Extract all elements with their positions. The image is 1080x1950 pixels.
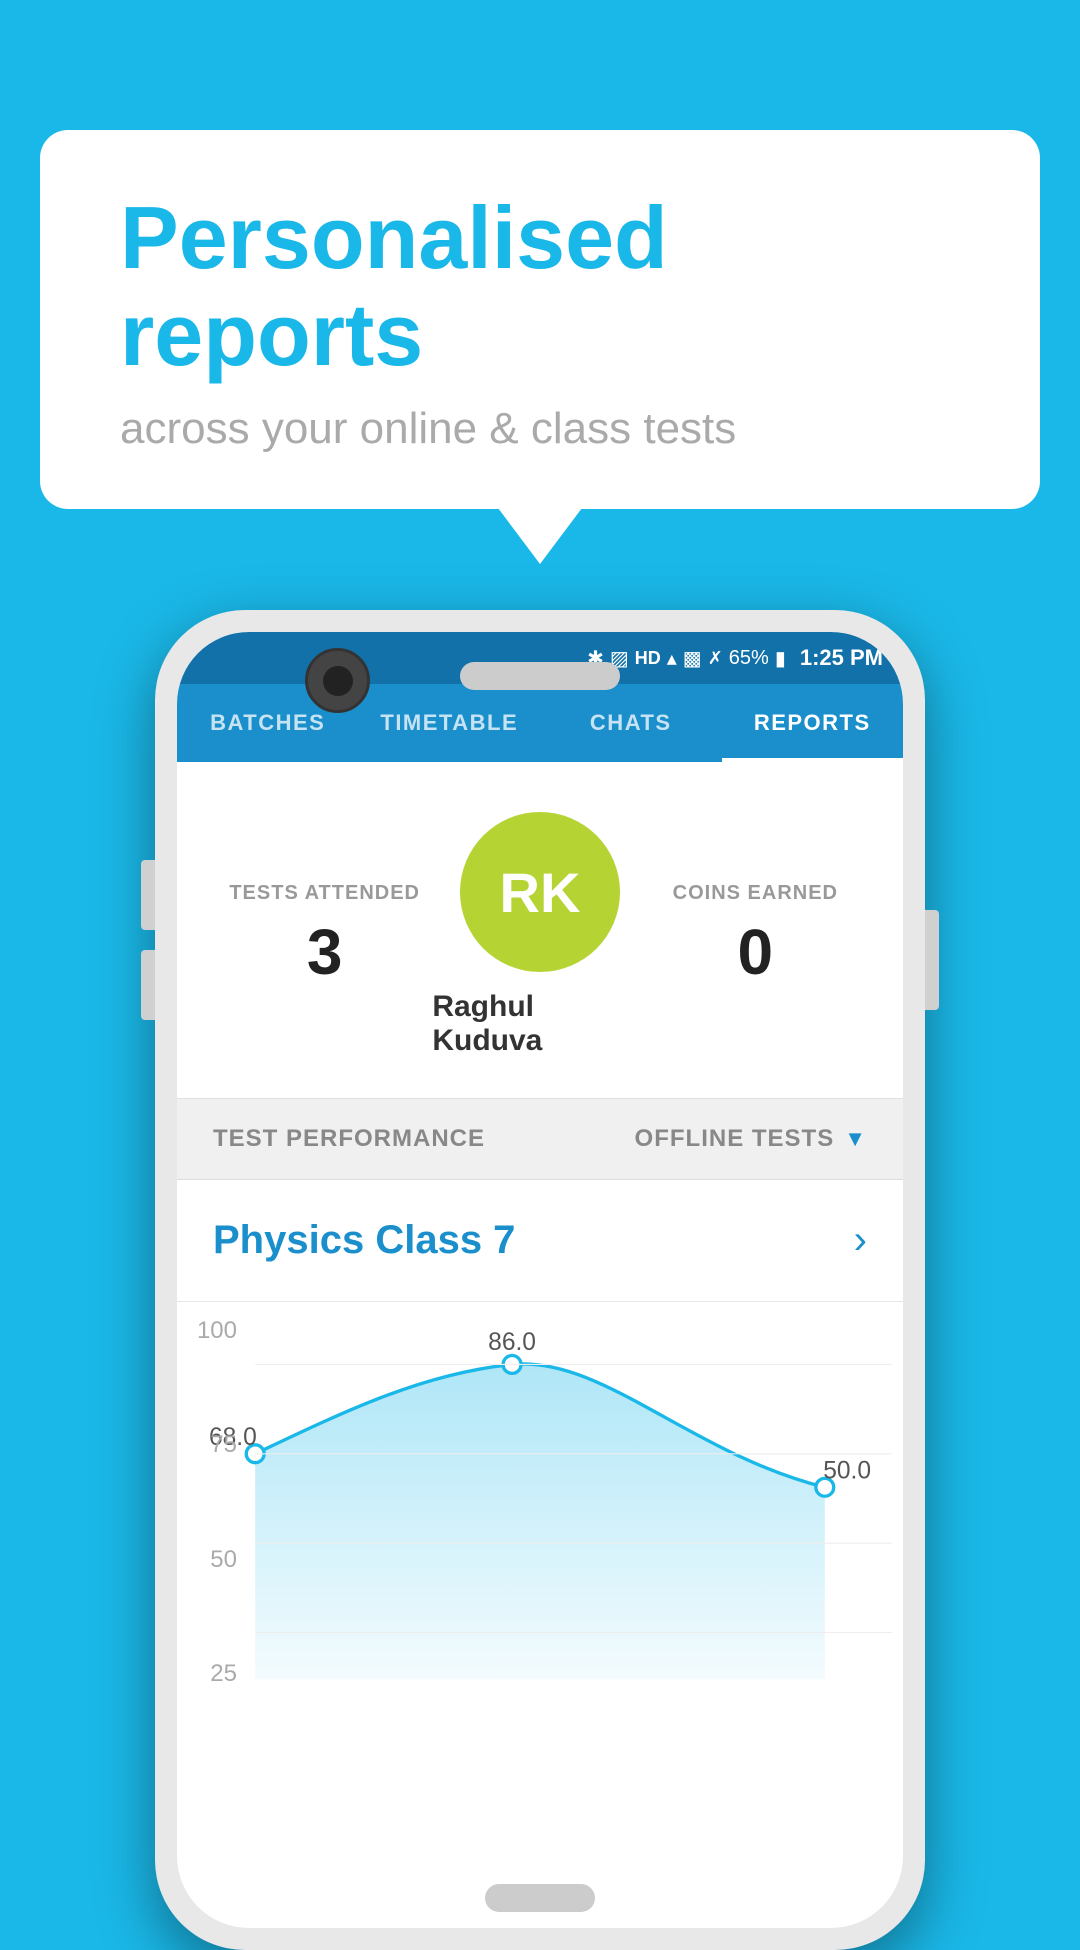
hd-icon: HD bbox=[635, 648, 661, 669]
avatar-initials: RK bbox=[500, 860, 581, 925]
tests-attended-block: TESTS ATTENDED 3 bbox=[217, 882, 432, 989]
phone-screen: ✱ ▨ HD ▴ ▩ ✗ 65% ▮ 1:25 PM BATCHES bbox=[177, 632, 903, 1928]
chevron-down-icon: ▼ bbox=[844, 1126, 867, 1152]
coins-earned-value: 0 bbox=[648, 915, 863, 989]
home-button[interactable] bbox=[485, 1884, 595, 1912]
tab-timetable[interactable]: TIMETABLE bbox=[359, 684, 541, 762]
tests-attended-label: TESTS ATTENDED bbox=[217, 882, 432, 905]
tab-batches[interactable]: BATCHES bbox=[177, 684, 359, 762]
tests-attended-value: 3 bbox=[217, 915, 432, 989]
user-name: Raghul Kuduva bbox=[432, 990, 647, 1058]
svg-text:50.0: 50.0 bbox=[823, 1457, 871, 1484]
class-arrow-icon: › bbox=[854, 1218, 867, 1263]
chart-container: 100 75 50 25 bbox=[177, 1302, 903, 1718]
signal-x-icon: ✗ bbox=[708, 648, 723, 669]
battery-pct: 65% bbox=[729, 647, 769, 670]
class-name: Physics Class 7 bbox=[213, 1218, 515, 1263]
profile-section: TESTS ATTENDED 3 RK Raghul Kuduva COINS … bbox=[177, 762, 903, 1099]
status-time: 1:25 PM bbox=[800, 645, 883, 671]
offline-tests-dropdown[interactable]: OFFLINE TESTS ▼ bbox=[635, 1125, 867, 1153]
volume-down-button bbox=[141, 950, 155, 1020]
bubble-title: Personalised reports bbox=[120, 190, 960, 384]
speech-bubble: Personalised reports across your online … bbox=[40, 130, 1040, 509]
section-header: TEST PERFORMANCE OFFLINE TESTS ▼ bbox=[177, 1099, 903, 1180]
phone-frame: ✱ ▨ HD ▴ ▩ ✗ 65% ▮ 1:25 PM BATCHES bbox=[155, 610, 925, 1950]
physics-class-row[interactable]: Physics Class 7 › bbox=[177, 1180, 903, 1302]
power-button bbox=[925, 910, 939, 1010]
tab-reports[interactable]: REPORTS bbox=[722, 684, 904, 762]
bubble-subtitle: across your online & class tests bbox=[120, 404, 960, 454]
battery-icon: ▮ bbox=[775, 646, 786, 671]
coins-earned-block: COINS EARNED 0 bbox=[648, 882, 863, 989]
svg-text:86.0: 86.0 bbox=[488, 1329, 536, 1356]
test-performance-label: TEST PERFORMANCE bbox=[213, 1125, 485, 1153]
svg-text:68.0: 68.0 bbox=[209, 1424, 257, 1451]
volume-up-button bbox=[141, 860, 155, 930]
chart-svg: 68.0 86.0 50.0 bbox=[177, 1322, 903, 1713]
status-icons: ✱ ▨ HD ▴ ▩ ✗ 65% ▮ 1:25 PM bbox=[587, 645, 883, 671]
coins-earned-label: COINS EARNED bbox=[648, 882, 863, 905]
avatar: RK bbox=[460, 812, 620, 972]
filter-label: OFFLINE TESTS bbox=[635, 1125, 835, 1153]
avatar-container: RK Raghul Kuduva bbox=[432, 812, 647, 1058]
tab-chats[interactable]: CHATS bbox=[540, 684, 722, 762]
wifi-icon: ▴ bbox=[667, 646, 677, 671]
nav-tabs: BATCHES TIMETABLE CHATS REPORTS bbox=[177, 684, 903, 762]
signal-icon: ▩ bbox=[683, 646, 702, 671]
